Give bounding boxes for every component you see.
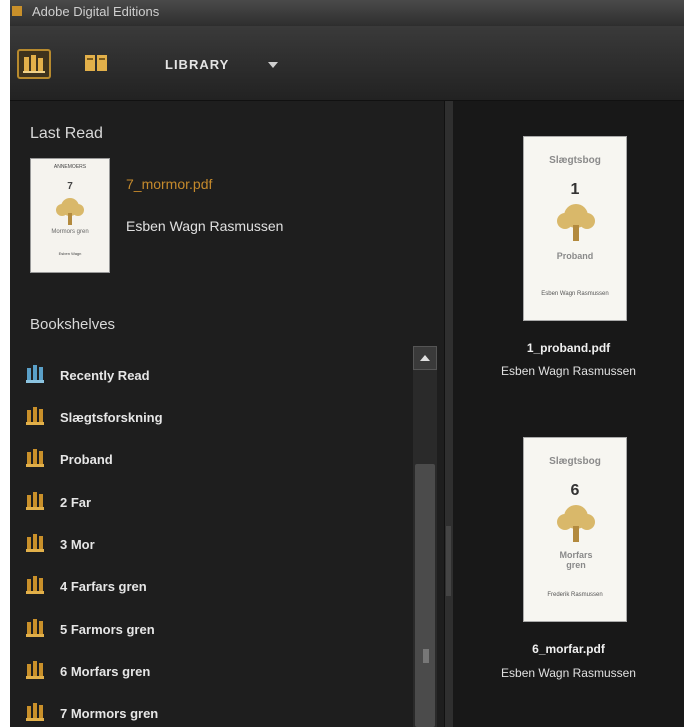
- cover-name: Morfars gren: [559, 550, 593, 570]
- shelf-icon: [26, 661, 44, 679]
- shelf-item-recently-read[interactable]: Recently Read: [24, 361, 404, 389]
- thumbnail-view-icon: [85, 55, 107, 71]
- shelf-icon: [26, 492, 44, 510]
- thumbnail-view-button[interactable]: [80, 49, 114, 79]
- shelf-icon: [26, 703, 44, 721]
- book-author: Esben Wagn Rasmussen: [501, 364, 636, 378]
- scroll-up-button[interactable]: [413, 346, 437, 370]
- last-read-file-link[interactable]: 7_mormor.pdf: [126, 176, 212, 192]
- app-logo-icon: [12, 6, 22, 16]
- shelf-icon: [26, 576, 44, 594]
- last-read-author: Esben Wagn Rasmussen: [126, 218, 284, 234]
- shelf-item-6-morfars-gren[interactable]: 6 Morfars gren: [24, 657, 404, 685]
- shelf-label: Recently Read: [60, 368, 150, 383]
- shelf-label: 5 Farmors gren: [60, 622, 155, 637]
- scroll-grip: [423, 649, 429, 663]
- shelf-item-2-far[interactable]: 2 Far: [24, 488, 404, 516]
- cover-series: Slægtsbog: [549, 456, 601, 467]
- chevron-down-icon[interactable]: [268, 62, 278, 68]
- tree-icon: [557, 505, 595, 542]
- book-cover[interactable]: Slægtsbog 6 Morfars gren Frederik Rasmus…: [523, 437, 627, 622]
- splitter-grip: [446, 526, 451, 596]
- cover-number: 7: [67, 181, 73, 192]
- cover-author: Frederik Rasmussen: [547, 592, 603, 598]
- shelf-label: 3 Mor: [60, 537, 95, 552]
- shelf-label: Proband: [60, 452, 113, 467]
- tree-icon: [557, 204, 595, 241]
- shelf-item-3-mor[interactable]: 3 Mor: [24, 530, 404, 558]
- shelf-item-7-mormors-gren[interactable]: 7 Mormors gren: [24, 699, 404, 727]
- book-file-name[interactable]: 6_morfar.pdf: [453, 642, 684, 656]
- last-read-heading: Last Read: [30, 125, 103, 142]
- book-cover[interactable]: Slægtsbog 1 Proband Esben Wagn Rasmussen: [523, 136, 627, 321]
- cover-number: 6: [570, 482, 580, 499]
- window-title: Adobe Digital Editions: [32, 4, 160, 19]
- last-read-cover[interactable]: ANNEMOERS 7 Mormors gren Esben Wagn: [30, 158, 110, 273]
- library-sidebar: Last Read ANNEMOERS 7 Mormors gren Esben…: [10, 101, 444, 727]
- app-window: Adobe Digital Editions LIBRARY Last Read: [10, 0, 684, 727]
- cover-name: Mormors gren: [51, 229, 89, 235]
- cover-author: Esben Wagn Rasmussen: [541, 291, 609, 297]
- cover-series: ANNEMOERS: [53, 164, 87, 170]
- title-bar: Adobe Digital Editions: [10, 0, 684, 26]
- shelf-icon: [26, 619, 44, 637]
- cover-number: 1: [570, 181, 580, 198]
- shelf-icon: [26, 407, 44, 425]
- arrow-up-icon: [420, 355, 430, 361]
- shelf-item-proband[interactable]: Proband: [24, 445, 404, 473]
- scroll-thumb[interactable]: [415, 464, 435, 727]
- shelf-label: 2 Far: [60, 495, 92, 510]
- cover-series: Slægtsbog: [549, 155, 601, 166]
- shelf-label: 4 Farfars gren: [60, 579, 147, 594]
- bookshelf-scrollbar[interactable]: [413, 346, 437, 727]
- cover-author: Esben Wagn: [58, 251, 82, 256]
- shelf-label: 6 Morfars gren: [60, 664, 151, 679]
- cover-name: Proband: [556, 251, 594, 261]
- bookshelf-view-icon: [23, 55, 45, 73]
- book-file-name[interactable]: 1_proband.pdf: [453, 341, 684, 355]
- bookshelf-view-button[interactable]: [17, 49, 51, 79]
- shelf-item-slaegtsforskning[interactable]: Slægtsforskning: [24, 403, 404, 431]
- shelf-icon: [26, 534, 44, 552]
- shelf-label: 7 Mormors gren: [60, 706, 159, 721]
- shelf-item-5-farmors-gren[interactable]: 5 Farmors gren: [24, 615, 404, 643]
- toolbar: LIBRARY: [10, 26, 684, 101]
- shelf-label: Slægtsforskning: [60, 410, 163, 425]
- shelf-item-4-farfars-gren[interactable]: 4 Farfars gren: [24, 572, 404, 600]
- library-menu[interactable]: LIBRARY: [165, 57, 229, 72]
- book-grid: Slægtsbog 1 Proband Esben Wagn Rasmussen…: [453, 101, 684, 727]
- tree-icon: [56, 198, 84, 225]
- book-author: Esben Wagn Rasmussen: [501, 666, 636, 680]
- shelf-icon: [26, 449, 44, 467]
- bookshelves-heading: Bookshelves: [30, 316, 116, 333]
- recently-read-shelf-icon: [26, 365, 44, 383]
